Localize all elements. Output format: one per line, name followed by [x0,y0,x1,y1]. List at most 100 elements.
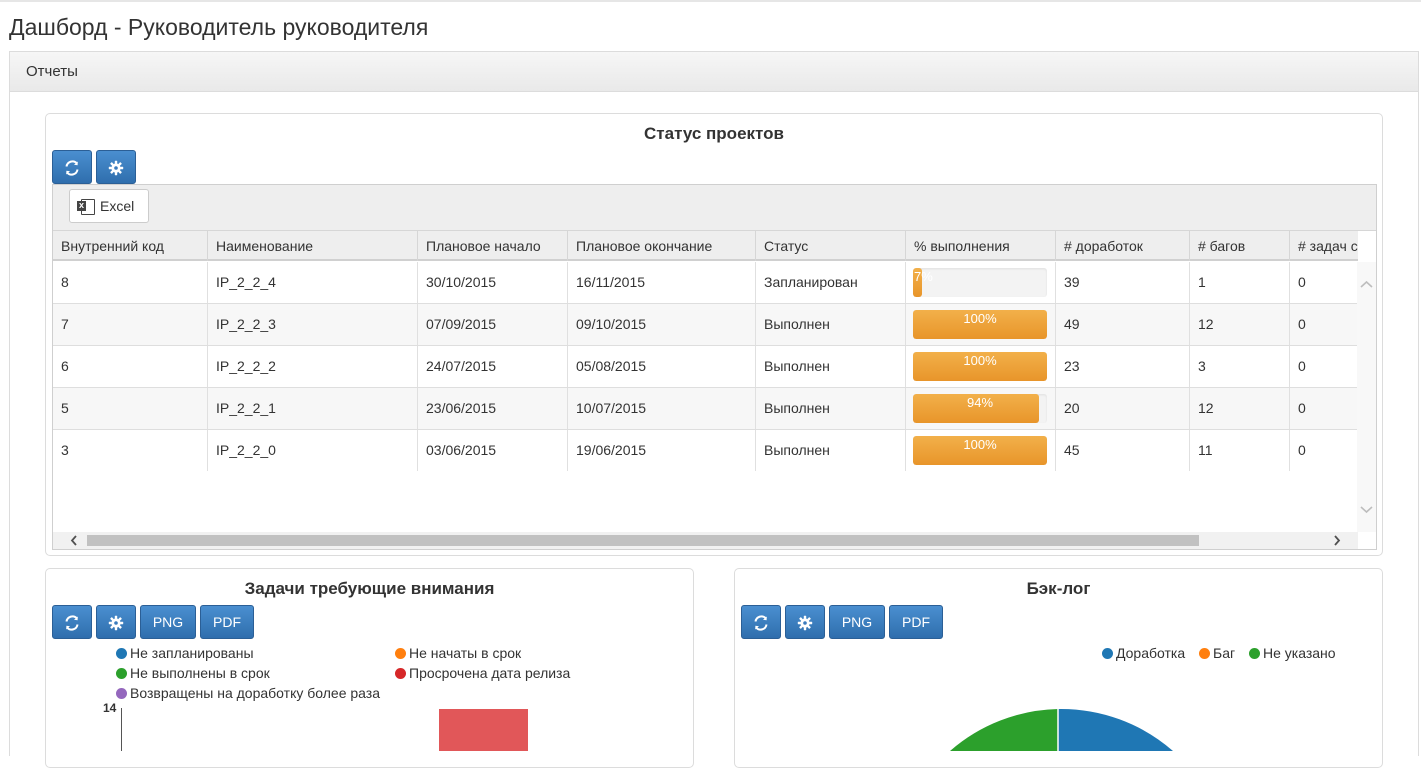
tasks-pdf-button[interactable]: PDF [200,605,254,639]
cell-bugs: 3 [1190,346,1290,387]
grid-vertical-scrollbar[interactable] [1357,262,1376,532]
tasks-refresh-button[interactable] [52,605,92,639]
column-header-planned-end[interactable]: Плановое окончание [568,231,756,261]
backlog-pdf-button[interactable]: PDF [889,605,943,639]
column-header-name[interactable]: Наименование [208,231,418,261]
legend-item-not-started[interactable]: Не начаты в срок [395,645,521,661]
cell-status: Выполнен [756,388,906,429]
cell-planned-start: 07/09/2015 [418,304,568,345]
cell-bugs: 1 [1190,262,1290,303]
progress-bar-label: 94% [966,395,994,410]
backlog-png-button[interactable]: PNG [829,605,885,639]
chevron-down-icon[interactable] [1357,502,1376,516]
legend-dot [395,648,406,659]
table-row[interactable]: 7 IP_2_2_3 07/09/2015 09/10/2015 Выполне… [53,304,1358,346]
excel-export-button[interactable]: Excel [69,189,149,223]
legend-item-unspecified[interactable]: Не указано [1249,645,1336,661]
cell-status: Выполнен [756,304,906,345]
top-border [0,0,1421,2]
legend-item-rework[interactable]: Доработка [1102,645,1185,661]
project-status-title: Статус проектов [644,124,784,143]
progress-bar-label: 100% [963,353,997,368]
cell-name: IP_2_2_0 [208,430,418,471]
cell-name: IP_2_2_1 [208,388,418,429]
refresh-icon [65,615,79,631]
progress-bar-label: 100% [963,437,997,452]
grid-header: Внутренний код Наименование Плановое нач… [53,231,1358,261]
cell-bugs: 12 [1190,388,1290,429]
cell-rework: 39 [1056,262,1190,303]
cell-name: IP_2_2_3 [208,304,418,345]
cell-planned-start: 03/06/2015 [418,430,568,471]
cell-code: 5 [53,388,208,429]
excel-icon [77,199,95,215]
cell-tasks: 0 [1298,316,1306,332]
backlog-settings-button[interactable] [785,605,825,639]
reports-header[interactable]: Отчеты [10,52,1418,92]
column-header-rework[interactable]: # доработок [1056,231,1190,261]
table-row[interactable]: 3 IP_2_2_0 03/06/2015 19/06/2015 Выполне… [53,430,1358,472]
progress-bar: 100% [913,310,1047,339]
cell-status: Выполнен [756,430,906,471]
column-header-bugs[interactable]: # багов [1190,231,1290,261]
cell-status: Выполнен [756,346,906,387]
cell-progress: 100% [906,430,1056,471]
cell-code: 6 [53,346,208,387]
cell-tasks: 0 [1298,274,1306,290]
pie-slice-unspecified[interactable] [950,709,1058,751]
grid-horizontal-scrollbar[interactable] [53,532,1358,549]
table-row[interactable]: 6 IP_2_2_2 24/07/2015 05/08/2015 Выполне… [53,346,1358,388]
table-row[interactable]: 8 IP_2_2_4 30/10/2015 16/11/2015 Заплани… [53,262,1358,304]
legend-item-not-done[interactable]: Не выполнены в срок [116,665,270,681]
cell-name: IP_2_2_4 [208,262,418,303]
column-header-planned-start[interactable]: Плановое начало [418,231,568,261]
column-header-status[interactable]: Статус [756,231,906,261]
legend-item-returned[interactable]: Возвращены на доработку более раза [116,685,380,701]
cell-rework: 45 [1056,430,1190,471]
cell-rework: 23 [1056,346,1190,387]
chevron-right-icon[interactable] [1330,532,1344,549]
legend-dot [1199,648,1210,659]
backlog-title: Бэк-лог [1026,579,1091,598]
cell-name: IP_2_2_2 [208,346,418,387]
cell-bugs: 11 [1190,430,1290,471]
gear-icon [108,161,124,176]
cell-planned-end: 19/06/2015 [568,430,756,471]
project-status-settings-button[interactable] [96,150,136,184]
legend-item-bug[interactable]: Баг [1199,645,1235,661]
gear-icon [797,616,813,631]
legend-item-release-overdue[interactable]: Просрочена дата релиза [395,665,570,681]
chevron-left-icon[interactable] [67,532,81,549]
legend-label: Не указано [1263,645,1336,661]
tasks-png-button[interactable]: PNG [140,605,196,639]
chart-bar-release-overdue[interactable] [439,709,528,751]
column-header-progress[interactable]: % выполнения [906,231,1056,261]
pie-slice-rework[interactable] [1058,708,1173,751]
legend-label: Возвращены на доработку более раза [130,685,380,701]
cell-code: 7 [53,304,208,345]
cell-progress: 100% [906,346,1056,387]
legend-item-not-planned[interactable]: Не запланированы [116,645,254,661]
legend-dot [1102,648,1113,659]
cell-tasks: 0 [1298,358,1306,374]
progress-bar: 94% [913,394,1047,423]
y-axis-max-label: 14 [103,701,117,715]
legend-label: Не запланированы [130,645,254,661]
cell-progress: 100% [906,304,1056,345]
column-header-tasks[interactable]: # задач с [1290,231,1358,261]
project-status-refresh-button[interactable] [52,150,92,184]
backlog-refresh-button[interactable] [741,605,781,639]
refresh-icon [754,615,768,631]
y-axis-line [121,708,122,751]
legend-dot [395,668,406,679]
cell-tasks: 0 [1298,400,1306,416]
cell-status: Запланирован [756,262,906,303]
cell-planned-end: 16/11/2015 [568,262,756,303]
chevron-up-icon[interactable] [1357,278,1376,292]
horizontal-scroll-thumb[interactable] [87,535,1199,546]
tasks-settings-button[interactable] [96,605,136,639]
table-row[interactable]: 5 IP_2_2_1 23/06/2015 10/07/2015 Выполне… [53,388,1358,430]
column-header-code[interactable]: Внутренний код [53,231,208,261]
cell-code: 8 [53,262,208,303]
legend-label: Не начаты в срок [409,645,522,661]
